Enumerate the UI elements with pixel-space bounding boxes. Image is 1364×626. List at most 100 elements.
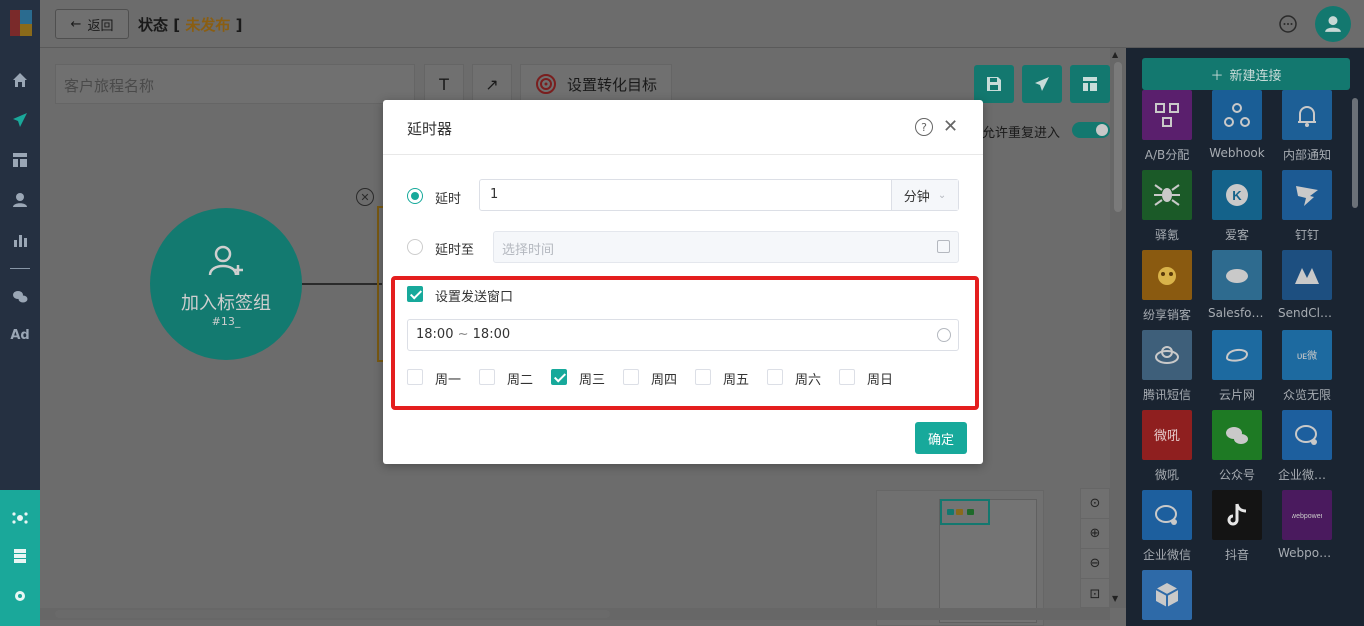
node-remove-icon[interactable]: ✕ — [356, 188, 374, 206]
connector-item[interactable]: 企业微信 — [1138, 490, 1196, 563]
connector-item[interactable]: 纷享销客 — [1138, 250, 1196, 323]
delay-until-radio[interactable] — [407, 239, 423, 255]
connector-item[interactable]: SendCloud — [1278, 250, 1336, 320]
minimap-node — [967, 509, 974, 515]
connector-item[interactable]: 企业微信... — [1278, 410, 1336, 483]
weekday-checkbox[interactable] — [479, 369, 495, 385]
layout-icon[interactable] — [8, 148, 32, 172]
weekday-checkbox[interactable] — [623, 369, 639, 385]
douyin-icon — [1212, 490, 1262, 540]
layout-button[interactable] — [1070, 65, 1110, 103]
arrow-left-icon: ← — [70, 16, 82, 32]
gear-icon[interactable] — [8, 584, 32, 608]
connector-item[interactable]: ᴜᴇ微 众览无限 — [1278, 330, 1336, 403]
webpower-icon: webpower — [1282, 490, 1332, 540]
chat-bubble-icon[interactable] — [1278, 14, 1298, 34]
user-icon[interactable] — [8, 188, 32, 212]
delay-amount-value[interactable]: 1 — [480, 180, 891, 210]
weekday-checkbox[interactable] — [551, 369, 567, 385]
connector-item[interactable]: 抖音 — [1208, 490, 1266, 563]
connector-item[interactable]: 驿氪 — [1138, 170, 1196, 243]
weiyun-icon: ᴜᴇ微 — [1282, 330, 1332, 380]
new-connection-button[interactable]: ＋ 新建连接 — [1142, 58, 1350, 90]
server-icon[interactable] — [8, 544, 32, 568]
send-window-checkbox[interactable] — [407, 286, 423, 302]
save-button[interactable] — [974, 65, 1014, 103]
time-start: 18:00 — [416, 327, 454, 342]
user-add-icon — [208, 245, 243, 275]
journey-send-icon[interactable] — [8, 108, 32, 132]
connector-item[interactable]: A/B分配 — [1138, 90, 1196, 163]
panel-scroll-thumb[interactable] — [1352, 98, 1358, 208]
arrow-tool-icon: ↗ — [485, 74, 499, 94]
connector-name: 企业微信 — [1142, 548, 1191, 562]
connector-item[interactable]: 云片网 — [1208, 330, 1266, 403]
arrow-tool-button[interactable]: ↗ — [472, 64, 512, 104]
help-icon[interactable]: ? — [915, 118, 933, 136]
journey-name-input[interactable]: 客户旅程名称 — [55, 64, 415, 104]
connector-item[interactable]: 钉钉 — [1278, 170, 1336, 243]
weekday-label: 周日 — [867, 373, 894, 388]
connector-item[interactable]: Webhook — [1208, 90, 1266, 160]
connector-item[interactable] — [1138, 570, 1196, 626]
node-label: 加入标签组 — [181, 292, 271, 314]
weekday-label: 周二 — [507, 373, 534, 388]
confirm-button[interactable]: 确定 — [915, 422, 967, 454]
status-badge: 未发布 — [185, 16, 231, 34]
connector-name: 钉钉 — [1294, 228, 1319, 242]
connector-item[interactable]: K 爱客 — [1208, 170, 1266, 243]
connector-item[interactable]: webpower Webpower — [1278, 490, 1336, 560]
minimap[interactable] — [876, 490, 1044, 626]
delay-radio[interactable] — [407, 188, 423, 204]
status-bracket-close: ] — [235, 16, 243, 34]
wechat-icon[interactable] — [8, 285, 32, 309]
scroll-up-icon[interactable]: ▲ — [1112, 50, 1118, 59]
weekday-label: 周三 — [579, 373, 606, 388]
zoom-out-icon[interactable]: ⊖ — [1081, 549, 1109, 579]
allow-reenter-toggle[interactable] — [1072, 122, 1110, 138]
vertical-scroll-thumb[interactable] — [1114, 62, 1122, 212]
fit-view-icon[interactable]: ⊡ — [1081, 579, 1109, 609]
chart-icon[interactable] — [8, 228, 32, 252]
connector-item[interactable]: 内部通知 — [1278, 90, 1336, 163]
connector-panel: ＋ 新建连接 A/B分配 Webhook 内部通知驿氪 K 爱客 钉钉纷享销客 Salesf… — [1126, 48, 1364, 626]
weekday-checkbox[interactable] — [407, 369, 423, 385]
svg-text:webpower: webpower — [1292, 513, 1322, 520]
locate-icon[interactable]: ⊙ — [1081, 489, 1109, 519]
connector-item[interactable]: 公众号 — [1208, 410, 1266, 483]
home-icon[interactable] — [8, 68, 32, 92]
connector-item[interactable]: 微吼 微吼 — [1138, 410, 1196, 483]
delay-amount-input[interactable]: 1 分钟 ⌄ — [479, 179, 959, 211]
layout-icon — [1083, 77, 1097, 91]
weekday-checkbox[interactable] — [839, 369, 855, 385]
weekday-checkbox[interactable] — [695, 369, 711, 385]
connector-item[interactable]: Salesforce — [1208, 250, 1266, 320]
back-button[interactable]: ← 返回 — [55, 9, 129, 39]
avatar[interactable] — [1315, 6, 1351, 42]
connector-name: 云片网 — [1218, 388, 1255, 402]
ad-nav-label[interactable]: Ad — [6, 328, 34, 343]
text-tool-button[interactable]: T — [424, 64, 464, 104]
scroll-down-icon[interactable]: ▼ — [1112, 594, 1118, 603]
publish-button[interactable] — [1022, 65, 1062, 103]
delay-unit-select[interactable]: 分钟 ⌄ — [891, 180, 958, 210]
network-icon[interactable] — [8, 506, 32, 530]
dingtalk-icon — [1282, 170, 1332, 220]
zoom-in-icon[interactable]: ⊕ — [1081, 519, 1109, 549]
page-title-text: 状态 — [138, 16, 169, 34]
calendar-icon — [937, 240, 950, 253]
horizontal-scroll-thumb[interactable] — [55, 610, 610, 618]
fxiaoke-icon — [1142, 250, 1192, 300]
close-icon[interactable]: ✕ — [943, 116, 958, 137]
delay-until-date-picker[interactable]: 选择时间 — [493, 231, 959, 263]
send-window-label: 设置发送窗口 — [435, 290, 514, 305]
set-goal-button[interactable]: 设置转化目标 — [520, 64, 672, 104]
time-range-picker[interactable]: 18:00 ~ 18:00 — [407, 319, 959, 351]
connector-item[interactable]: 腾讯短信 — [1138, 330, 1196, 403]
journey-node-add-tag-group[interactable]: 加入标签组 #13_ — [150, 208, 302, 360]
connector-name: A/B分配 — [1144, 148, 1190, 162]
weekday-checkbox[interactable] — [767, 369, 783, 385]
minimap-node — [956, 509, 963, 515]
zoom-controls: ⊙ ⊕ ⊖ ⊡ — [1080, 488, 1110, 608]
top-bar: ← 返回 状态 [ 未发布 ] — [40, 0, 1364, 48]
